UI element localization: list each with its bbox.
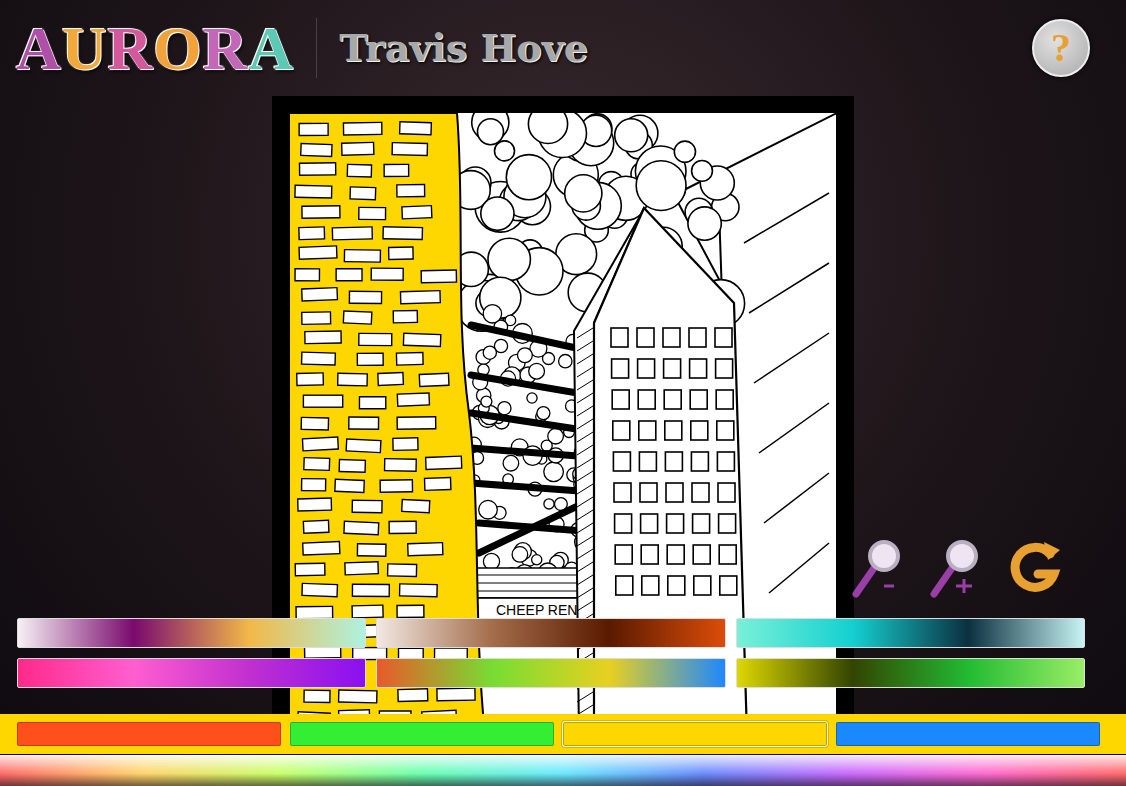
logo-letter: O <box>153 17 202 79</box>
color-swatch[interactable] <box>290 722 554 746</box>
stage: CHEEP RENT <box>0 96 1126 786</box>
tall-building <box>574 208 747 736</box>
gradient-palette[interactable] <box>736 618 1085 648</box>
app-header: AURORA Travis Hove ? <box>0 0 1126 96</box>
gradient-palette[interactable] <box>376 618 725 648</box>
rainbow-strip[interactable] <box>0 755 1126 786</box>
reset-button[interactable] <box>1004 536 1064 602</box>
zoom-out-button[interactable] <box>848 536 908 602</box>
gradient-palette[interactable] <box>376 658 725 688</box>
logo-letter: U <box>62 17 108 79</box>
gradient-palette[interactable] <box>17 618 366 648</box>
color-swatch[interactable] <box>836 722 1100 746</box>
gradient-palettes <box>17 618 1085 688</box>
zoom-in-icon <box>926 536 986 602</box>
gradient-palette[interactable] <box>736 658 1085 688</box>
zoom-in-button[interactable] <box>926 536 986 602</box>
logo-letter: A <box>16 17 62 79</box>
color-swatch[interactable] <box>17 722 281 746</box>
gradient-palette[interactable] <box>17 658 366 688</box>
artist-title: Travis Hove <box>339 27 588 69</box>
swatch-bar <box>0 714 1126 754</box>
color-swatch[interactable] <box>563 722 827 746</box>
reset-icon <box>1004 536 1064 602</box>
logo-letter: R <box>108 17 154 79</box>
logo-letter: R <box>203 17 249 79</box>
sign-text: CHEEP RENT <box>496 602 586 618</box>
logo-letter: A <box>248 17 294 79</box>
help-button[interactable]: ? <box>1032 19 1090 77</box>
zoom-out-icon <box>848 536 908 602</box>
app-logo: AURORA <box>16 17 294 79</box>
tool-group <box>848 536 1064 602</box>
header-divider <box>316 18 317 78</box>
